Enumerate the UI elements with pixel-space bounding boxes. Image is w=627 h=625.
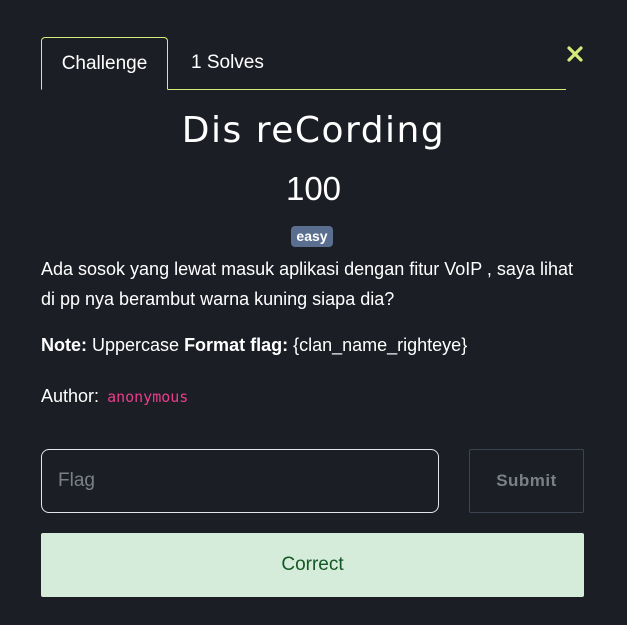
difficulty-badge: easy: [291, 226, 333, 247]
flag-input[interactable]: [41, 449, 439, 513]
close-icon[interactable]: [563, 42, 587, 66]
result-alert: Correct: [41, 533, 584, 597]
author-label: Author:: [41, 386, 100, 406]
format-label: Format flag:: [184, 335, 289, 355]
challenge-note: Note: Uppercase Format flag: {clan_name_…: [41, 331, 586, 359]
submit-button[interactable]: Submit: [469, 449, 584, 513]
challenge-tabs: Challenge 1 Solves: [41, 37, 566, 90]
challenge-title: Dis reCording: [181, 110, 446, 151]
tab-challenge[interactable]: Challenge: [41, 37, 168, 90]
challenge-description: Ada sosok yang lewat masuk aplikasi deng…: [41, 259, 573, 309]
challenge-modal: Challenge 1 Solves Dis reCording 100 eas…: [0, 0, 627, 625]
tab-solves[interactable]: 1 Solves: [191, 37, 264, 88]
challenge-value: 100: [285, 170, 342, 207]
challenge-author: Author: anonymous: [41, 382, 586, 411]
format-text: {clan_name_righteye}: [288, 335, 468, 355]
note-label: Note:: [41, 335, 87, 355]
note-text: Uppercase: [87, 335, 185, 355]
author-name: anonymous: [107, 388, 189, 406]
